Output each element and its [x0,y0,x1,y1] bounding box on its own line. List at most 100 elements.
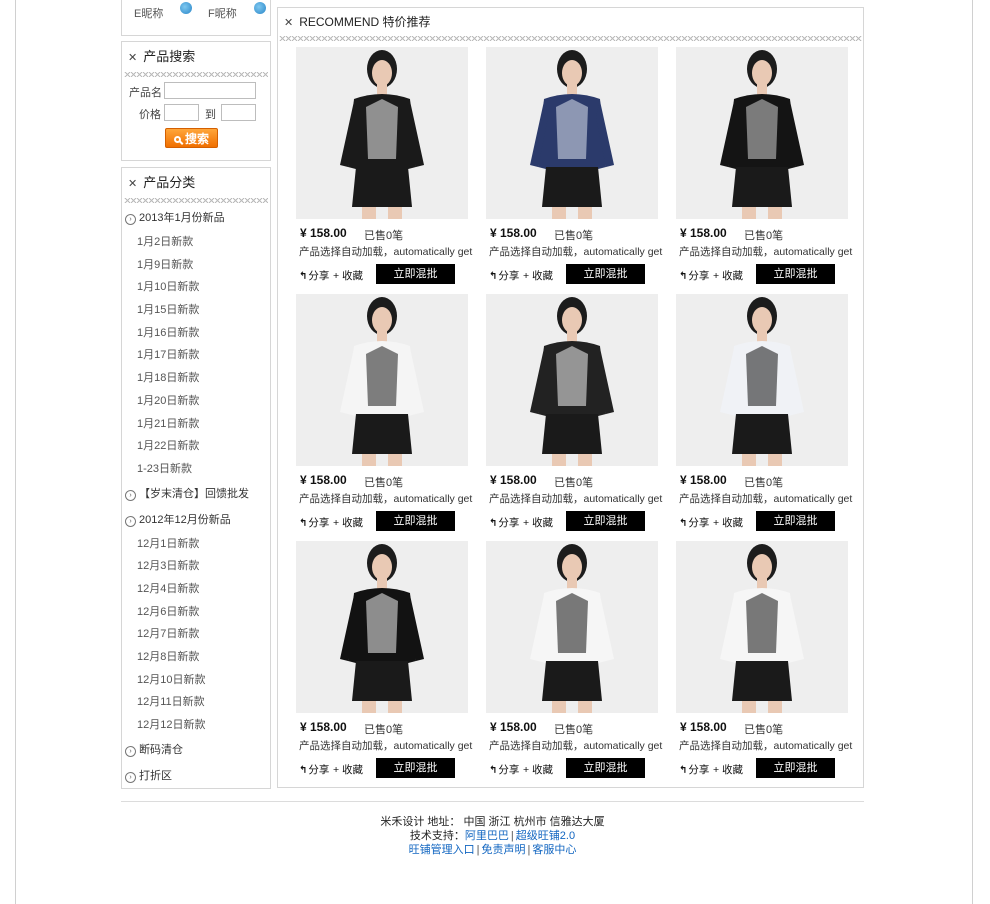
category-item[interactable]: 12月4日新款 [122,578,270,601]
share-button[interactable]: ↰分享 [489,762,519,777]
search-button[interactable]: 搜索 [165,128,218,148]
category-item[interactable]: 12月7日新款 [122,623,270,646]
favorite-button[interactable]: + 收藏 [713,268,743,283]
buy-now-button[interactable]: 立即混批 [566,758,645,778]
product-description[interactable]: 产品选择自动加载，automatically get [679,244,852,259]
buy-now-button[interactable]: 立即混批 [756,758,835,778]
product-sold-count: 已售0笔 [364,230,404,242]
category-item[interactable]: 12月8日新款 [122,646,270,669]
share-button[interactable]: ↰分享 [679,762,709,777]
category-item[interactable]: 12月11日新款 [122,691,270,714]
category-group[interactable]: › 打折区 [122,763,270,789]
favorite-button[interactable]: + 收藏 [333,762,363,777]
product-description[interactable]: 产品选择自动加载，automatically get [489,491,662,506]
product-image[interactable] [676,541,848,713]
favorite-button[interactable]: + 收藏 [523,762,553,777]
category-item[interactable]: 1月2日新款 [122,231,270,254]
favorite-button[interactable]: + 收藏 [523,268,553,283]
disclaimer-link[interactable]: 免责声明 [482,844,526,856]
buy-now-button[interactable]: 立即混批 [376,511,455,531]
category-item[interactable]: 1月9日新款 [122,254,270,277]
buy-now-button[interactable]: 立即混批 [566,264,645,284]
wangwang-icon[interactable] [253,2,266,14]
category-item[interactable]: 12月12日新款 [122,714,270,737]
share-icon: ↰ [679,518,688,529]
share-button[interactable]: ↰分享 [679,515,709,530]
product-description[interactable]: 产品选择自动加载，automatically get [299,738,472,753]
product-description[interactable]: 产品选择自动加载，automatically get [299,491,472,506]
product-image[interactable] [296,294,468,466]
contact-e[interactable]: E昵称 [134,2,193,21]
category-item[interactable]: 1月21日新款 [122,413,270,436]
customer-service-link[interactable]: 客服中心 [532,844,576,856]
category-item[interactable]: 1月15日新款 [122,299,270,322]
wangwang-icon[interactable] [180,2,193,14]
buy-now-button[interactable]: 立即混批 [566,511,645,531]
chevron-circle-icon: › [125,214,136,225]
alibaba-link[interactable]: 阿里巴巴 [465,830,509,842]
category-group[interactable]: › 2013年1月份新品 [122,205,270,231]
product-price: ¥ 158.00 [490,473,537,487]
share-icon: ↰ [299,518,308,529]
share-label: 分享 [688,517,710,529]
support-label: 技术支持： [409,830,465,842]
product-image[interactable] [676,294,848,466]
price-to-input[interactable] [221,104,256,121]
product-sold-count: 已售0笔 [554,230,594,242]
category-item[interactable]: 1月16日新款 [122,322,270,345]
category-item[interactable]: 1月18日新款 [122,367,270,390]
product-image[interactable] [296,541,468,713]
category-item[interactable]: 1月10日新款 [122,276,270,299]
favorite-button[interactable]: + 收藏 [713,515,743,530]
price-from-input[interactable] [164,104,199,121]
product-image[interactable] [486,541,658,713]
category-group[interactable]: › 断码清仓 [122,737,270,763]
category-group[interactable]: › 2012年12月份新品 [122,507,270,533]
category-item[interactable]: 12月10日新款 [122,669,270,692]
product-price: ¥ 158.00 [300,226,347,240]
product-description[interactable]: 产品选择自动加载，automatically get [679,738,852,753]
product-image[interactable] [296,47,468,219]
category-item[interactable]: 12月6日新款 [122,601,270,624]
product-image[interactable] [486,294,658,466]
contacts-box: E昵称 F昵称 [121,0,271,36]
shop-admin-link[interactable]: 旺铺管理入口 [409,844,475,856]
category-group[interactable]: › 【岁末清仓】回馈批发 [122,481,270,507]
product-description[interactable]: 产品选择自动加载，automatically get [489,244,662,259]
product-description[interactable]: 产品选择自动加载，automatically get [679,491,852,506]
share-button[interactable]: ↰分享 [489,268,519,283]
category-item[interactable]: 12月1日新款 [122,533,270,556]
share-button[interactable]: ↰分享 [299,268,329,283]
super-wangpu-link[interactable]: 超级旺铺2.0 [516,830,575,842]
product-description[interactable]: 产品选择自动加载，automatically get [299,244,472,259]
category-item[interactable]: 1月20日新款 [122,390,270,413]
share-button[interactable]: ↰分享 [299,762,329,777]
favorite-button[interactable]: + 收藏 [523,515,553,530]
favorite-button[interactable]: + 收藏 [333,268,363,283]
share-button[interactable]: ↰分享 [299,515,329,530]
buy-now-button[interactable]: 立即混批 [756,264,835,284]
product-image[interactable] [676,47,848,219]
category-item[interactable]: 1-23日新款 [122,458,270,481]
favorite-button[interactable]: + 收藏 [333,515,363,530]
buy-now-button[interactable]: 立即混批 [376,758,455,778]
category-item[interactable]: 12月3日新款 [122,555,270,578]
category-item[interactable]: 1月17日新款 [122,344,270,367]
recommend-title: RECOMMEND 特价推荐 [299,15,431,29]
product-description[interactable]: 产品选择自动加载，automatically get [489,738,662,753]
share-button[interactable]: ↰分享 [489,515,519,530]
category-item[interactable]: 1月22日新款 [122,435,270,458]
product-price: ¥ 158.00 [680,473,727,487]
favorite-button[interactable]: + 收藏 [713,762,743,777]
share-button[interactable]: ↰分享 [679,268,709,283]
buy-now-button[interactable]: 立即混批 [756,511,835,531]
product-card: ¥ 158.00 已售0笔 产品选择自动加载，automatically get ↰分… [676,541,852,779]
buy-now-button[interactable]: 立即混批 [376,264,455,284]
contact-f[interactable]: F昵称 [208,2,266,21]
share-label: 分享 [688,270,710,282]
product-image[interactable] [486,47,658,219]
share-icon: ↰ [299,271,308,282]
product-name-input[interactable] [164,82,256,99]
category-title: 产品分类 [143,175,196,190]
contact-e-label: E昵称 [134,8,164,20]
